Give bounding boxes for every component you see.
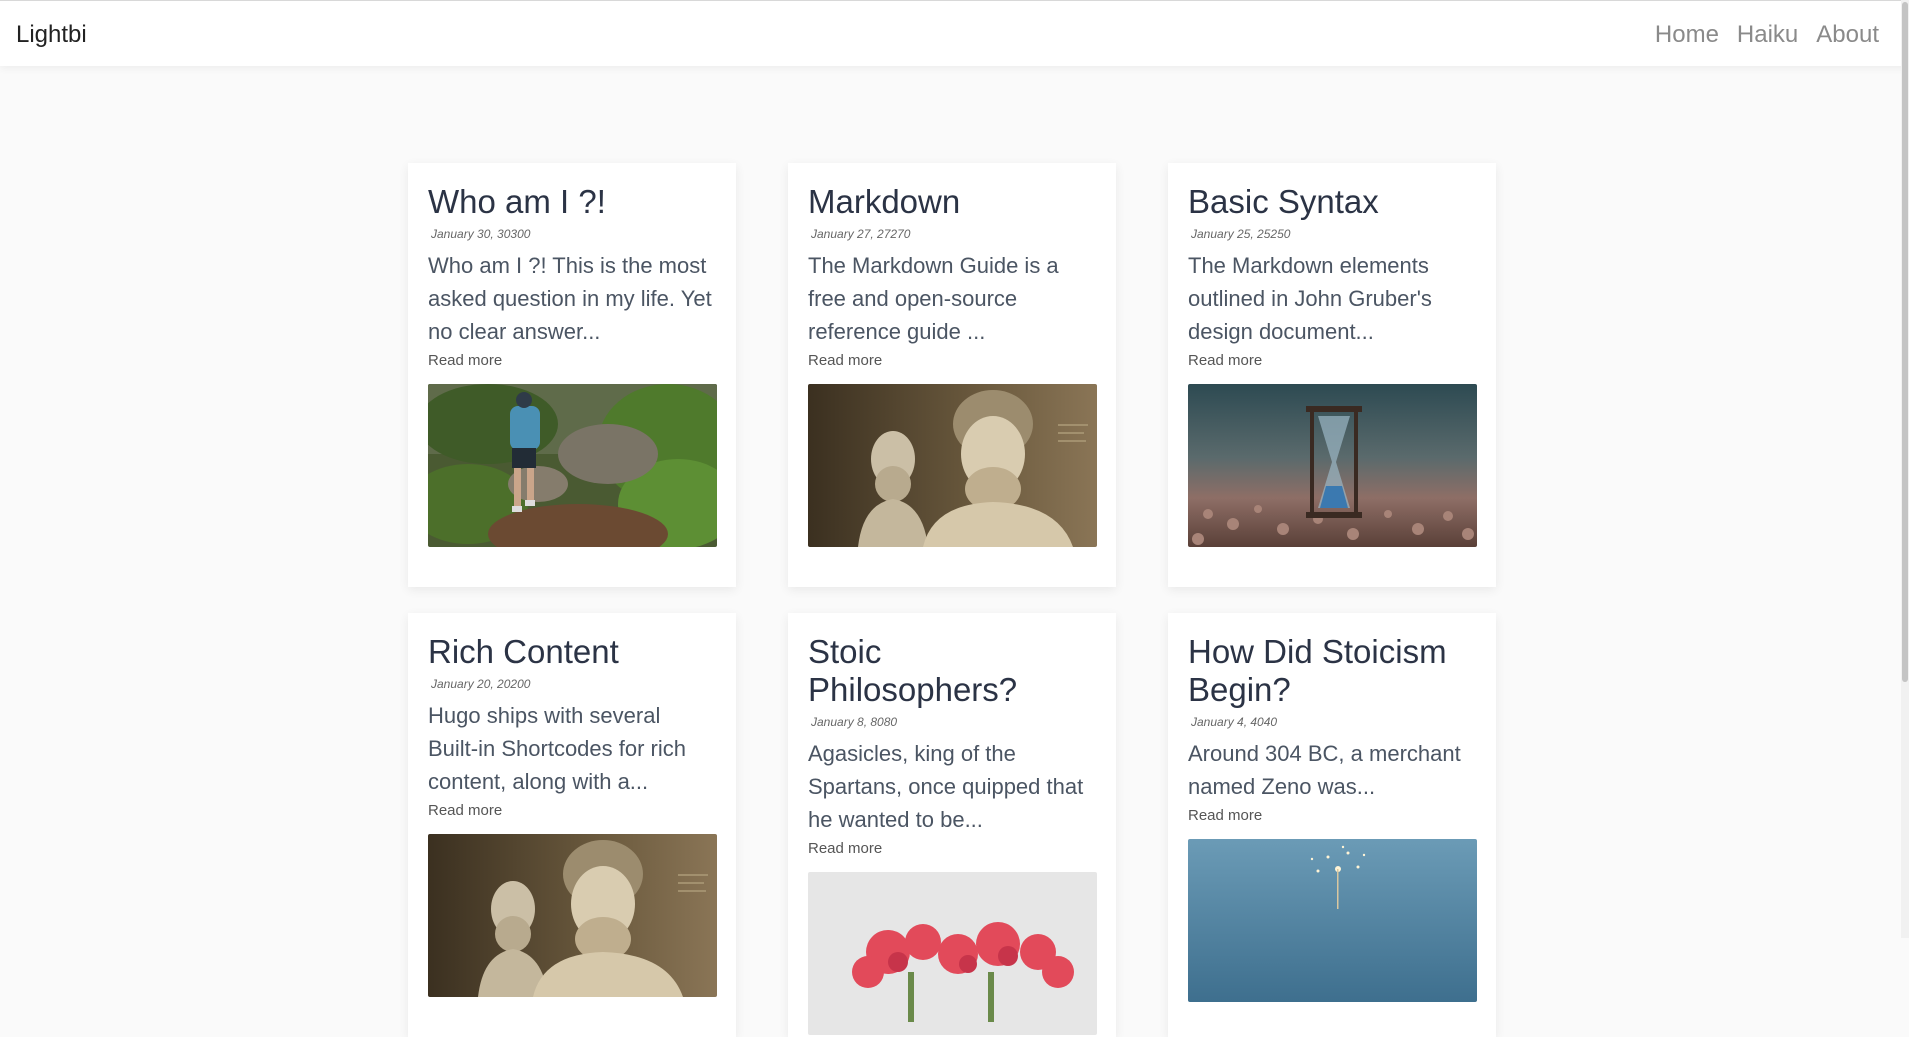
nav-link-about[interactable]: About [1816,21,1879,49]
read-more-link[interactable]: Read more [1188,352,1262,369]
post-date: January 25, 25250 [1191,227,1291,241]
read-more-link[interactable]: Read more [1188,807,1262,824]
post-card: Who am I ?! January 30, 30300 Who am I ?… [408,163,736,587]
post-summary: Who am I ?! This is the most asked quest… [428,253,712,344]
nav-link-haiku[interactable]: Haiku [1737,21,1798,49]
post-image-hiker[interactable] [428,384,717,547]
brand-link[interactable]: Lightbi [16,21,87,49]
post-card: Basic Syntax January 25, 25250 The Markd… [1168,163,1496,587]
post-date: January 4, 4040 [1191,715,1278,729]
post-summary: Around 304 BC, a merchant named Zeno was… [1188,741,1461,799]
scrollbar-thumb[interactable] [1902,2,1908,682]
post-date: January 20, 20200 [431,677,531,691]
post-image-sparkler[interactable] [1188,839,1477,1002]
post-image-busts[interactable] [428,834,717,997]
post-title[interactable]: Basic Syntax [1188,183,1476,221]
read-more-link[interactable]: Read more [808,840,882,857]
post-title[interactable]: Rich Content [428,633,716,671]
post-date: January 30, 30300 [431,227,531,241]
post-card: Rich Content January 20, 20200 Hugo ship… [408,613,736,1037]
post-summary: Agasicles, king of the Spartans, once qu… [808,741,1084,832]
post-date: January 27, 27270 [811,227,911,241]
read-more-link[interactable]: Read more [428,352,502,369]
post-summary: The Markdown elements outlined in John G… [1188,253,1432,344]
post-title[interactable]: Markdown [808,183,1096,221]
post-card: Stoic Philosophers? January 8, 8080 Agas… [788,613,1116,1037]
post-title[interactable]: Who am I ?! [428,183,716,221]
post-grid: Who am I ?! January 30, 30300 Who am I ?… [408,163,1496,1037]
read-more-link[interactable]: Read more [808,352,882,369]
read-more-link[interactable]: Read more [428,802,502,819]
post-image-hourglass[interactable] [1188,384,1477,547]
page-scrollbar[interactable] [1901,0,1909,938]
post-image-busts[interactable] [808,384,1097,547]
post-card: Markdown January 27, 27270 The Markdown … [788,163,1116,587]
post-summary: The Markdown Guide is a free and open-so… [808,253,1059,344]
post-date: January 8, 8080 [811,715,898,729]
post-image-flowers[interactable] [808,872,1097,1035]
post-title[interactable]: Stoic Philosophers? [808,633,1096,709]
post-summary: Hugo ships with several Built-in Shortco… [428,703,686,794]
post-card: How Did Stoicism Begin? January 4, 4040 … [1168,613,1496,1037]
top-navbar: Lightbi Home Haiku About [0,0,1909,66]
nav-link-home[interactable]: Home [1655,21,1719,49]
post-title[interactable]: How Did Stoicism Begin? [1188,633,1476,709]
nav-links: Home Haiku About [1655,21,1879,49]
